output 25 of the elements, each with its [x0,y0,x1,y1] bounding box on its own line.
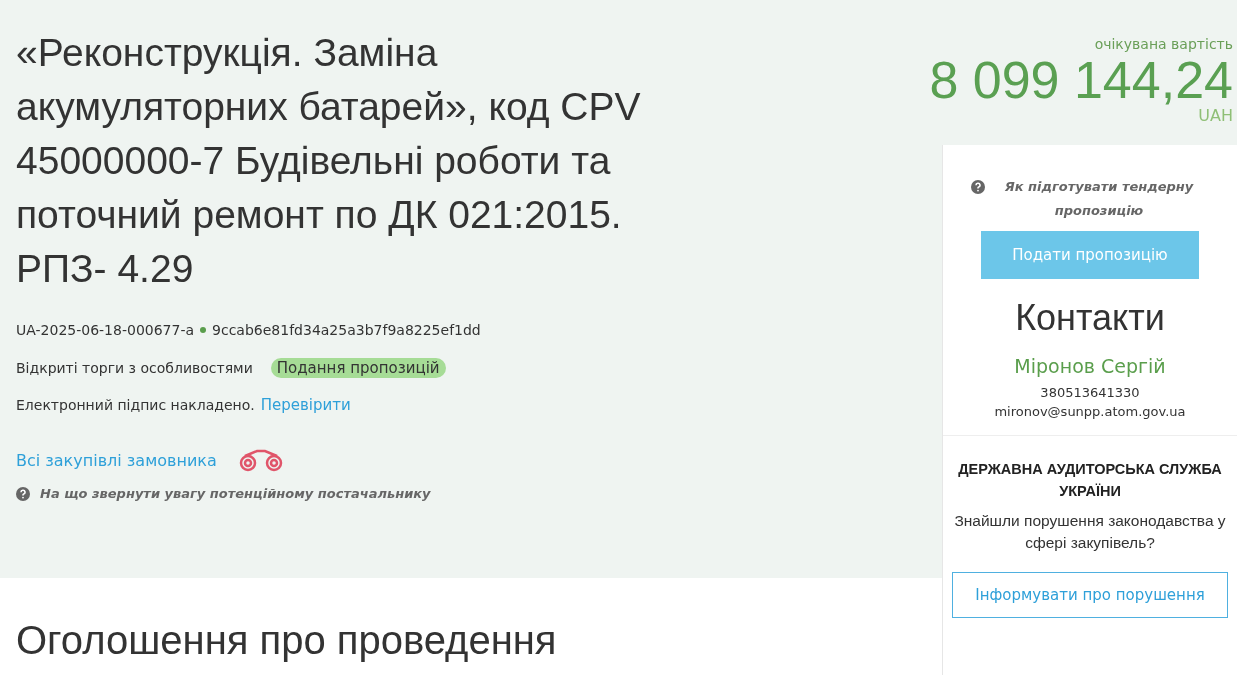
report-violation-button[interactable]: Інформувати про порушення [952,572,1228,618]
status-dot-icon [200,327,207,333]
price-amount: 8 099 144,24 [929,52,1233,108]
price-label: очікувана вартість [1094,36,1233,52]
contact-email: mironov@sunpp.atom.gov.ua [994,403,1186,421]
signature-text: Електронний підпис накладено. [16,397,255,413]
tender-hash: 9ccab6e81fd34a25a3b7f9a8225ef1dd [212,322,481,338]
contact-name: Міронов Сергій [1014,355,1166,377]
help-icon [971,180,985,194]
currency: UAH [1198,108,1233,124]
supplier-hint-text[interactable]: На що звернути увагу потенційному постачальнику [40,486,431,501]
procedure-type: Відкриті торги з особливостями [16,360,253,376]
contact-phone: 380513641330 [1040,384,1140,402]
proposal-hint-text[interactable]: Як підготувати тендерну пропозицію [989,175,1209,223]
verify-link[interactable]: Перевірити [260,396,351,414]
contacts-heading: Контакти [1015,297,1165,339]
status-badge: Подання пропозицій [270,358,446,378]
submit-proposal-button[interactable]: Подати пропозицію [981,231,1199,279]
section-heading: Оголошення про проведення [16,618,558,663]
tender-title: «Реконструкція. Заміна акумуляторних батарей», код CPV 45000000-7 Будівельні роботи та поточний ремонт по ДК 021:2015. РПЗ- 4.29 [16,30,642,292]
tender-id: UA-2025-06-18-000677-a [16,322,195,338]
help-icon [16,486,30,501]
audit-question: Знайшли порушення законодавства у сфері закупівель? [953,511,1227,553]
audit-heading: ДЕРЖАВНА АУДИТОРСЬКА СЛУЖБА УКРАЇНИ [957,460,1223,501]
buyer-tenders-link[interactable]: Всі закупівлі замовника [16,450,217,470]
